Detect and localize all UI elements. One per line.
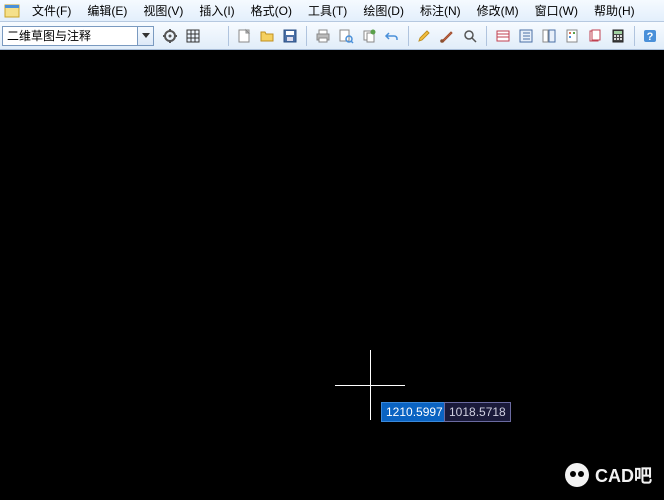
- svg-text:?: ?: [647, 31, 654, 43]
- menu-help[interactable]: 帮助(H): [586, 0, 643, 21]
- menu-window[interactable]: 窗口(W): [527, 0, 586, 21]
- workspace-dropdown[interactable]: 二维草图与注释: [2, 26, 154, 46]
- crosshair-vertical: [370, 350, 371, 420]
- tool-palette-icon[interactable]: [561, 25, 582, 47]
- workspace-dropdown-text: 二维草图与注释: [3, 27, 137, 44]
- new-file-icon[interactable]: [234, 25, 255, 47]
- menu-insert[interactable]: 插入(I): [191, 0, 242, 21]
- menu-dimension[interactable]: 标注(N): [412, 0, 469, 21]
- wechat-icon: [565, 463, 589, 487]
- print-icon[interactable]: [312, 25, 333, 47]
- menu-file[interactable]: 文件(F): [24, 0, 79, 21]
- menu-draw[interactable]: 绘图(D): [355, 0, 412, 21]
- gear-icon[interactable]: [159, 25, 180, 47]
- pencil-icon[interactable]: [414, 25, 435, 47]
- open-file-icon[interactable]: [257, 25, 278, 47]
- menu-modify[interactable]: 修改(M): [469, 0, 527, 21]
- calculator-icon[interactable]: [608, 25, 629, 47]
- save-icon[interactable]: [280, 25, 301, 47]
- watermark-text: CAD吧: [595, 462, 652, 488]
- menu-format[interactable]: 格式(O): [243, 0, 300, 21]
- layer-manager-icon[interactable]: [492, 25, 513, 47]
- sheet-set-icon[interactable]: [585, 25, 606, 47]
- search-icon[interactable]: [460, 25, 481, 47]
- menu-view[interactable]: 视图(V): [135, 0, 191, 21]
- menu-tools[interactable]: 工具(T): [300, 0, 355, 21]
- app-icon: [4, 3, 20, 19]
- brush-icon[interactable]: [437, 25, 458, 47]
- help-icon[interactable]: ?: [640, 25, 661, 47]
- menubar: 文件(F) 编辑(E) 视图(V) 插入(I) 格式(O) 工具(T) 绘图(D…: [0, 0, 664, 22]
- undo-icon[interactable]: [381, 25, 402, 47]
- grid-icon[interactable]: [182, 25, 203, 47]
- print-preview-icon[interactable]: [335, 25, 356, 47]
- publish-icon[interactable]: [358, 25, 379, 47]
- properties-icon[interactable]: [515, 25, 536, 47]
- dynamic-input-y[interactable]: 1018.5718: [444, 402, 511, 422]
- watermark: CAD吧: [565, 462, 652, 488]
- dynamic-input-x[interactable]: 1210.5997: [381, 402, 448, 422]
- toolbar: 二维草图与注释: [0, 22, 664, 50]
- design-center-icon[interactable]: [538, 25, 559, 47]
- menu-edit[interactable]: 编辑(E): [79, 0, 135, 21]
- drawing-canvas[interactable]: 1210.5997 1018.5718 CAD吧: [0, 50, 664, 500]
- chevron-down-icon: [137, 27, 153, 45]
